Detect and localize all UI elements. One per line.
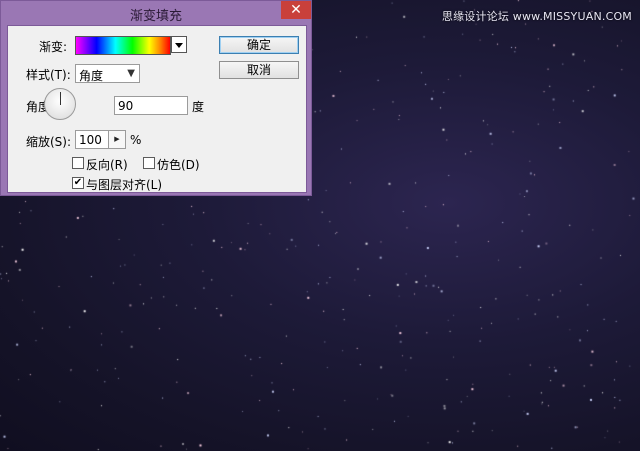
angle-dial[interactable] — [44, 88, 76, 120]
reverse-checkbox[interactable] — [72, 157, 84, 169]
triangle-down-icon — [175, 43, 183, 48]
ok-button[interactable]: 确定 — [219, 36, 299, 54]
close-icon: ✕ — [290, 2, 302, 18]
angle-input[interactable] — [114, 96, 188, 115]
chevron-down-icon: ▼ — [127, 68, 135, 79]
style-select[interactable]: 角度 ▼ — [75, 64, 140, 83]
watermark: 思缘设计论坛 www.MISSYUAN.COM — [441, 10, 632, 23]
scale-unit: % — [130, 133, 142, 147]
align-layer-checkbox[interactable]: ✔ — [72, 177, 84, 189]
angle-needle — [60, 92, 61, 105]
reverse-label[interactable]: 反向(R) — [86, 156, 128, 173]
scale-stepper[interactable]: ▶ — [108, 130, 126, 149]
dither-label[interactable]: 仿色(D) — [157, 156, 200, 173]
dialog-title: 渐变填充 — [129, 9, 182, 24]
angle-unit: 度 — [192, 100, 205, 114]
dialog-body: 渐变: 样式(T): 角度 ▼ 角度(A): 度 缩放(S): ▶ % 反向(R… — [7, 25, 307, 193]
gradient-label: 渐变: — [39, 40, 68, 54]
title-bar[interactable]: 渐变填充 ✕ — [1, 1, 311, 25]
triangle-right-icon: ▶ — [114, 135, 120, 143]
cancel-button[interactable]: 取消 — [219, 61, 299, 79]
dither-checkbox[interactable] — [143, 157, 155, 169]
close-button[interactable]: ✕ — [281, 1, 311, 19]
style-select-value: 角度 — [79, 69, 104, 83]
scale-label: 缩放(S): — [26, 135, 72, 149]
style-label: 样式(T): — [26, 68, 71, 82]
gradient-preview[interactable] — [75, 36, 171, 55]
align-layer-label[interactable]: 与图层对齐(L) — [86, 176, 162, 193]
scale-input[interactable] — [75, 130, 109, 149]
gradient-fill-dialog: 渐变填充 ✕ 渐变: 样式(T): 角度 ▼ 角度(A): 度 缩放(S): ▶… — [0, 0, 312, 196]
gradient-picker-dropdown[interactable] — [171, 36, 187, 53]
